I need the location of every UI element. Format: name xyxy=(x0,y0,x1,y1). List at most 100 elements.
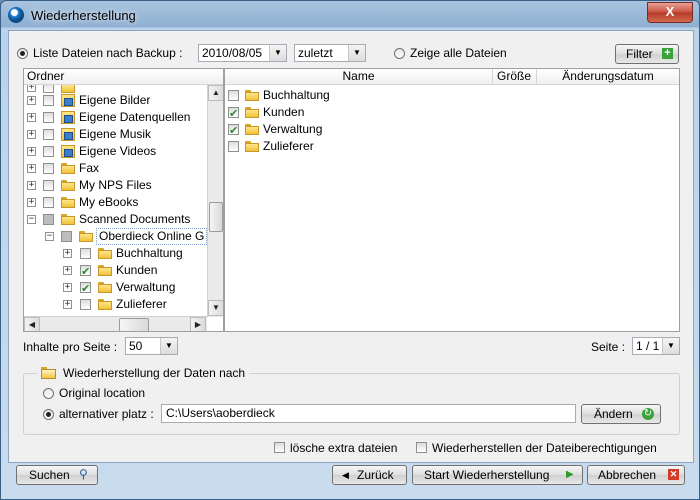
page-select[interactable]: 1 / 1 ▼ xyxy=(632,337,680,355)
folder-icon xyxy=(79,231,93,242)
tree-checkbox[interactable] xyxy=(43,214,54,225)
tree-item-label: Eigene Bilder xyxy=(79,93,151,107)
expand-icon[interactable]: + xyxy=(63,249,72,258)
collapse-icon[interactable]: − xyxy=(45,232,54,241)
scroll-thumb[interactable] xyxy=(209,202,223,232)
scroll-right-icon[interactable]: ▶ xyxy=(190,317,206,331)
file-checkbox[interactable] xyxy=(228,90,239,101)
alternative-location-label: alternativer platz : xyxy=(59,407,154,421)
alternative-location-radio[interactable] xyxy=(43,409,54,420)
file-row[interactable]: Zulieferer xyxy=(225,138,679,155)
expand-icon[interactable]: + xyxy=(63,300,72,309)
expand-icon[interactable]: + xyxy=(63,283,72,292)
expand-icon[interactable]: + xyxy=(27,96,36,105)
tree-checkbox[interactable] xyxy=(61,231,72,242)
add-filter-icon: + xyxy=(662,48,673,59)
tree-item[interactable]: + My eBooks xyxy=(24,194,207,211)
tree-checkbox[interactable] xyxy=(80,248,91,259)
tree-item-label: Verwaltung xyxy=(116,280,176,294)
start-restore-button[interactable]: Start Wiederherstellung ▶ xyxy=(412,465,583,485)
tree-checkbox[interactable] xyxy=(43,180,54,191)
backup-date-select[interactable]: 2010/08/05 ▼ xyxy=(198,44,287,62)
expand-icon[interactable]: + xyxy=(27,164,36,173)
file-checkbox[interactable] xyxy=(228,105,239,122)
expand-icon[interactable]: + xyxy=(27,147,36,156)
tree-item[interactable]: − Oberdieck Online G xyxy=(24,228,207,245)
tree-item[interactable]: − Scanned Documents xyxy=(24,211,207,228)
tree-vertical-scrollbar[interactable]: ▲ ▼ xyxy=(207,85,223,317)
show-all-files-radio[interactable] xyxy=(394,48,405,59)
tree-item[interactable]: + Verwaltung xyxy=(24,279,207,297)
per-page-value: 50 xyxy=(129,339,143,353)
scroll-down-icon[interactable]: ▼ xyxy=(208,300,223,316)
collapse-icon[interactable]: − xyxy=(27,215,36,224)
tree-item-label: Buchhaltung xyxy=(116,246,183,260)
tree-horizontal-scrollbar[interactable]: ◀ ▶ xyxy=(24,316,207,331)
expand-icon[interactable]: + xyxy=(27,181,36,190)
tree-checkbox[interactable] xyxy=(80,299,91,310)
folder-icon xyxy=(61,214,75,225)
tree-item[interactable]: + Eigene Musik xyxy=(24,126,207,143)
tree-checkbox[interactable] xyxy=(43,95,54,106)
original-location-radio[interactable] xyxy=(43,388,54,399)
search-button[interactable]: Suchen ⚲ xyxy=(16,465,98,485)
tree-checkbox[interactable] xyxy=(80,280,91,297)
tree-item[interactable]: + Eigene Bilder xyxy=(24,92,207,109)
videos-folder-icon xyxy=(61,145,75,158)
tree-item[interactable]: + Eigene Videos xyxy=(24,143,207,160)
tree-checkbox[interactable] xyxy=(80,263,91,280)
tree-checkbox[interactable] xyxy=(43,197,54,208)
delete-extra-files-checkbox[interactable] xyxy=(274,442,285,453)
tree-checkbox[interactable] xyxy=(43,146,54,157)
tree-item-label: Oberdieck Online G xyxy=(96,228,207,245)
tree-item-label: Zulieferer xyxy=(116,297,167,311)
expand-icon[interactable]: + xyxy=(27,130,36,139)
restore-permissions-checkbox[interactable] xyxy=(416,442,427,453)
scroll-up-icon[interactable]: ▲ xyxy=(208,85,223,101)
backup-version-value: zuletzt xyxy=(298,46,333,60)
scroll-left-icon[interactable]: ◀ xyxy=(24,317,40,331)
change-path-button[interactable]: Ändern ↻ xyxy=(581,404,661,424)
file-checkbox[interactable] xyxy=(228,122,239,139)
delete-extra-files-label: lösche extra dateien xyxy=(290,441,398,455)
change-path-label: Ändern xyxy=(594,407,633,421)
alternative-path-field[interactable]: C:\Users\aoberdieck xyxy=(161,404,576,423)
back-button[interactable]: ◀ Zurück xyxy=(332,465,407,485)
folder-tree-panel: Ordner + + Eigene Bilder + Eigene Datenq… xyxy=(23,68,224,332)
search-label: Suchen xyxy=(29,468,70,482)
scroll-thumb[interactable] xyxy=(119,318,149,331)
column-header-modified[interactable]: Änderungsdatum xyxy=(536,69,679,84)
column-header-name[interactable]: Name xyxy=(225,69,493,84)
column-header-size[interactable]: Größe xyxy=(492,69,537,84)
tree-item[interactable]: + My NPS Files xyxy=(24,177,207,194)
backup-version-select[interactable]: zuletzt ▼ xyxy=(294,44,366,62)
tree-checkbox[interactable] xyxy=(43,129,54,140)
filter-button[interactable]: Filter + xyxy=(615,44,679,64)
tree-checkbox[interactable] xyxy=(43,112,54,123)
file-row[interactable]: Verwaltung xyxy=(225,121,679,139)
expand-icon[interactable]: + xyxy=(27,198,36,207)
arrow-left-icon: ◀ xyxy=(342,470,349,480)
file-row[interactable]: Buchhaltung xyxy=(225,87,679,104)
tree-item[interactable]: + Buchhaltung xyxy=(24,245,207,262)
tree-checkbox[interactable] xyxy=(43,163,54,174)
column-size-label: Größe xyxy=(496,69,531,83)
per-page-select[interactable]: 50 ▼ xyxy=(125,337,178,355)
tree-item[interactable]: + Fax xyxy=(24,160,207,177)
cancel-button[interactable]: Abbrechen ✕ xyxy=(587,465,685,485)
chevron-down-icon: ▼ xyxy=(160,338,177,354)
close-button[interactable]: X xyxy=(647,2,693,23)
file-row[interactable]: Kunden xyxy=(225,104,679,122)
folder-icon xyxy=(61,180,75,191)
list-by-backup-radio[interactable] xyxy=(17,48,28,59)
start-restore-label: Start Wiederherstellung xyxy=(424,468,550,482)
expand-icon[interactable]: + xyxy=(63,266,72,275)
tree-item[interactable]: + Kunden xyxy=(24,262,207,280)
file-checkbox[interactable] xyxy=(228,141,239,152)
tree-item-label: Fax xyxy=(79,161,100,175)
dialog-body: Liste Dateien nach Backup : 2010/08/05 ▼… xyxy=(8,30,694,463)
tree-item[interactable]: + Zulieferer xyxy=(24,296,207,313)
tree-item[interactable]: + Eigene Datenquellen xyxy=(24,109,207,126)
expand-icon[interactable]: + xyxy=(27,113,36,122)
pictures-folder-icon xyxy=(61,94,75,107)
